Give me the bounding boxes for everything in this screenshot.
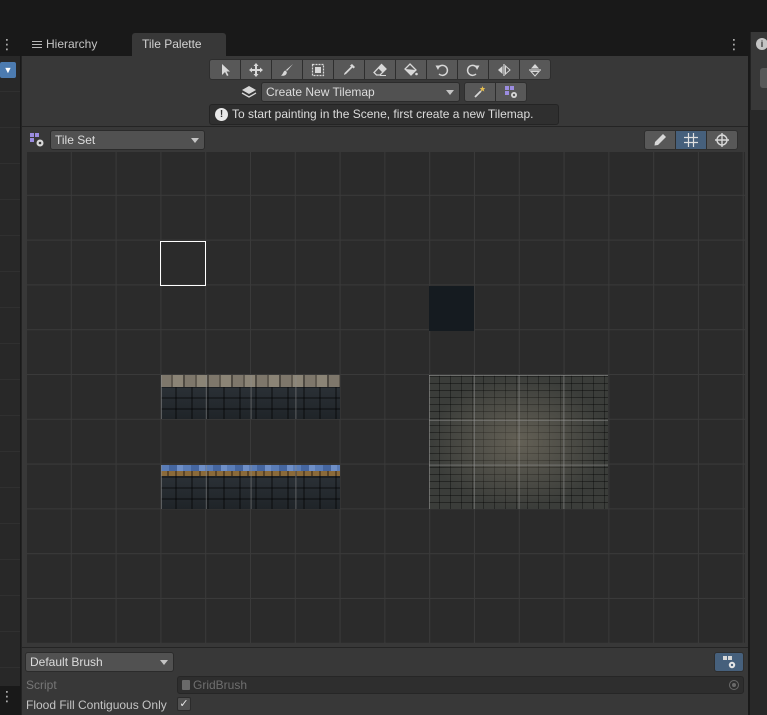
flip-x-tool-button[interactable] xyxy=(488,59,520,80)
toggle-grid-button[interactable] xyxy=(675,130,707,150)
tilemap-focus-button[interactable] xyxy=(464,82,496,102)
hierarchy-menu-icon[interactable]: ⋮ xyxy=(0,34,14,54)
tab-hierarchy[interactable]: Hierarchy xyxy=(22,33,132,56)
rotate-cw-icon xyxy=(466,64,480,76)
pencil-icon xyxy=(654,134,666,146)
palette-view-tools xyxy=(644,130,738,150)
tab-tile-palette[interactable]: Tile Palette xyxy=(132,33,226,56)
tile-borders xyxy=(161,375,340,419)
toggle-gizmos-button[interactable] xyxy=(706,130,738,150)
flood-fill-tool-button[interactable] xyxy=(395,59,427,80)
unity-editor: ⋮ Hierarchy Tile Palette ⋮ ▼ ⋮ i Create … xyxy=(0,0,767,715)
selection-cursor xyxy=(160,241,206,286)
pick-tool-button[interactable] xyxy=(333,59,365,80)
hint-text: To start painting in the Scene, first cr… xyxy=(232,107,534,121)
brush-icon xyxy=(281,63,293,76)
chevron-down-icon xyxy=(160,660,168,665)
grid-icon xyxy=(684,133,698,147)
brush-settings-button[interactable] xyxy=(714,652,744,672)
magic-wand-icon xyxy=(474,86,486,98)
bucket-icon xyxy=(404,62,418,76)
layers-icon xyxy=(241,86,257,98)
rotate-ccw-tool-button[interactable] xyxy=(426,59,458,80)
brush-dropdown[interactable]: Default Brush xyxy=(25,652,174,672)
inspector-button[interactable] xyxy=(760,68,767,88)
divider xyxy=(22,647,748,648)
script-value: GridBrush xyxy=(193,678,248,692)
gear-icon xyxy=(723,656,736,669)
tab-hierarchy-label: Hierarchy xyxy=(46,37,98,51)
palette-dropdown[interactable]: Tile Set xyxy=(50,130,205,150)
box-fill-tool-button[interactable] xyxy=(302,59,334,80)
hint-message: ! To start painting in the Scene, first c… xyxy=(209,104,559,125)
hierarchy-panel xyxy=(0,56,20,686)
tile-strip-water[interactable] xyxy=(161,465,340,509)
warning-icon: ! xyxy=(215,108,228,121)
tab-tile-palette-label: Tile Palette xyxy=(142,37,202,51)
chevron-down-icon xyxy=(446,90,454,95)
select-tool-button[interactable] xyxy=(209,59,241,80)
divider xyxy=(22,126,748,127)
move-arrows-icon xyxy=(249,62,263,77)
tool-row xyxy=(209,59,551,80)
active-tilemap-value: Create New Tilemap xyxy=(266,85,375,99)
top-bar xyxy=(0,0,767,32)
script-label: Script xyxy=(26,678,57,692)
arrow-pointer-icon xyxy=(222,63,230,76)
eraser-icon xyxy=(373,63,387,76)
tile-borders xyxy=(429,375,608,509)
tile-strip-stone[interactable] xyxy=(161,375,340,419)
flip-horizontal-icon xyxy=(498,63,511,76)
edit-palette-button[interactable] xyxy=(644,130,676,150)
bottom-menu-icon[interactable]: ⋮ xyxy=(0,686,14,706)
brush-value: Default Brush xyxy=(30,655,103,669)
info-icon: i xyxy=(756,38,767,50)
gizmo-icon xyxy=(715,133,729,147)
tile-palette-gear-icon xyxy=(505,86,517,98)
flood-fill-checkbox[interactable]: ✓ xyxy=(177,697,191,711)
tile-dark[interactable] xyxy=(429,286,474,331)
box-fill-icon xyxy=(311,63,325,76)
flip-vertical-icon xyxy=(529,63,541,77)
script-file-icon xyxy=(182,680,190,690)
palette-icon xyxy=(30,133,44,147)
move-tool-button[interactable] xyxy=(240,59,272,80)
tile-palette-menu-icon[interactable]: ⋮ xyxy=(727,34,741,54)
hierarchy-dropdown-icon[interactable]: ▼ xyxy=(0,62,16,78)
eyedropper-icon xyxy=(344,63,355,75)
erase-tool-button[interactable] xyxy=(364,59,396,80)
object-picker-icon[interactable] xyxy=(729,680,739,690)
flood-fill-label: Flood Fill Contiguous Only xyxy=(26,698,167,712)
tile-borders xyxy=(161,465,340,509)
inspector-panel: i xyxy=(750,32,767,715)
script-field: GridBrush xyxy=(177,676,744,694)
palette-value: Tile Set xyxy=(55,133,96,147)
flip-y-tool-button[interactable] xyxy=(519,59,551,80)
active-tilemap-dropdown[interactable]: Create New Tilemap xyxy=(261,82,460,102)
paint-tool-button[interactable] xyxy=(271,59,303,80)
palette-grid[interactable] xyxy=(27,152,745,643)
rotate-cw-tool-button[interactable] xyxy=(457,59,489,80)
list-icon xyxy=(32,41,42,49)
tilemap-settings-button[interactable] xyxy=(495,82,527,102)
chevron-down-icon xyxy=(191,138,199,143)
rotate-ccw-icon xyxy=(435,64,449,76)
tile-block-wall[interactable] xyxy=(429,375,608,509)
